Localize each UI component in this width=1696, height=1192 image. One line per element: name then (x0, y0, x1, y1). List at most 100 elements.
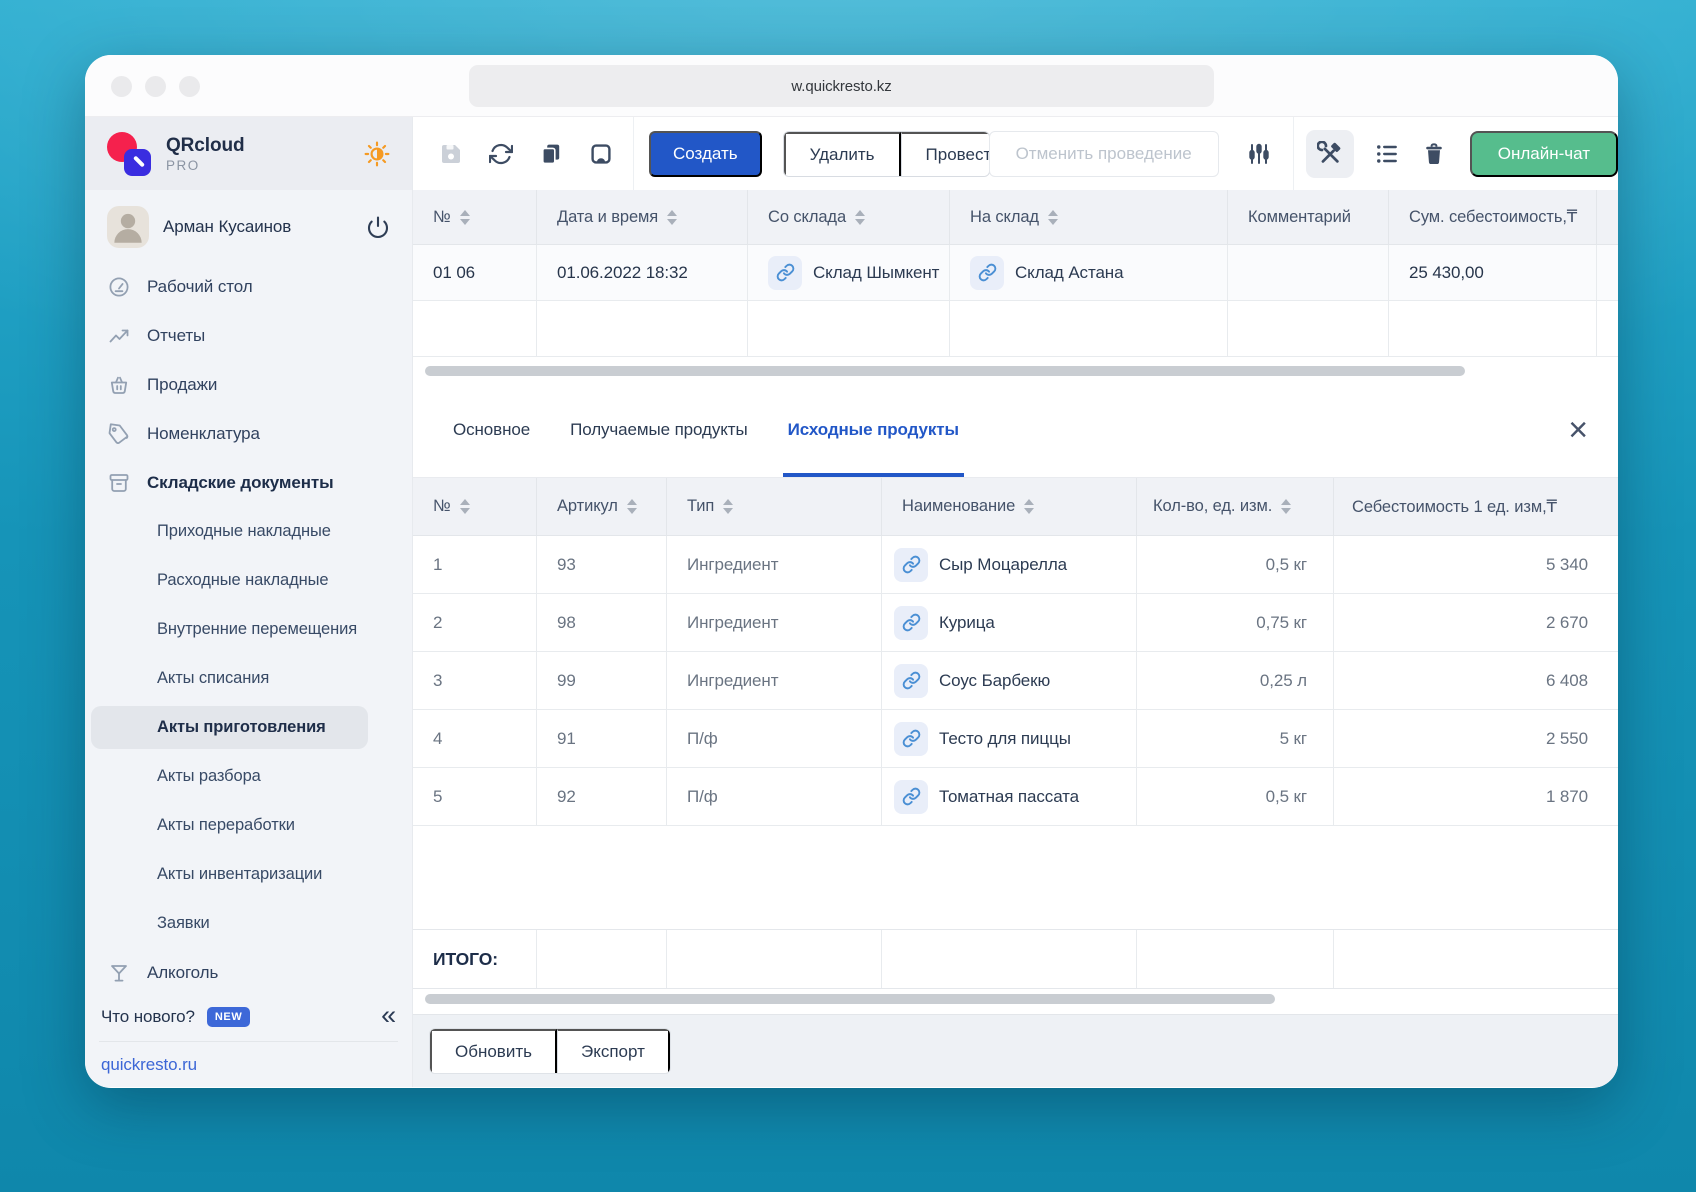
sidebar-subitem-inventory-acts[interactable]: Акты инвентаризации (85, 850, 412, 899)
column-header-num[interactable]: № (413, 478, 537, 535)
sort-icon[interactable] (855, 210, 865, 225)
window-control-dot[interactable] (179, 76, 200, 97)
column-header-name[interactable]: Наименование (882, 478, 1137, 535)
store-link[interactable]: Склад Шымкент (813, 263, 939, 283)
whats-new-link[interactable]: Что нового? (101, 1007, 195, 1027)
refresh-button[interactable]: Обновить (430, 1029, 557, 1074)
horizontal-scrollbar[interactable] (425, 366, 1465, 376)
address-bar[interactable]: w.quickresto.kz (469, 65, 1214, 107)
cancel-posting-button[interactable]: Отменить проведение (989, 131, 1219, 177)
sidebar-subitem-processing-acts[interactable]: Акты переработки (85, 801, 412, 850)
cell-type: П/ф (667, 710, 882, 768)
trash-icon[interactable] (1422, 142, 1446, 166)
sidebar-subitem-outgoing-invoices[interactable]: Расходные накладные (85, 556, 412, 605)
horizontal-scrollbar[interactable] (425, 994, 1275, 1004)
product-link[interactable]: Сыр Моцарелла (939, 555, 1067, 575)
product-link[interactable]: Тесто для пиццы (939, 729, 1071, 749)
product-link[interactable]: Томатная пассата (939, 787, 1079, 807)
tools-chip[interactable] (1306, 130, 1354, 178)
sidebar-item-nomenclature[interactable]: Номенклатура (85, 409, 412, 458)
tab-source-products-active[interactable]: Исходные продукты (783, 387, 964, 477)
product-link[interactable]: Соус Барбекю (939, 671, 1050, 691)
totals-cell (667, 930, 882, 988)
sidebar-item-dashboard[interactable]: Рабочий стол (85, 262, 412, 311)
product-row[interactable]: 2 98 Ингредиент Курица 0,75 кг 2 670 (413, 594, 1618, 652)
collapse-sidebar-icon[interactable]: « (381, 1002, 396, 1033)
refresh-icon[interactable] (489, 142, 513, 166)
online-chat-button[interactable]: Онлайн-чат (1470, 131, 1618, 177)
product-link[interactable]: Курица (939, 613, 995, 633)
sidebar-subitem-requests[interactable]: Заявки (85, 899, 412, 948)
column-header-type[interactable]: Тип (667, 478, 882, 535)
window-control-dot[interactable] (111, 76, 132, 97)
product-row[interactable]: 4 91 П/ф Тесто для пиццы 5 кг 2 550 (413, 710, 1618, 768)
sort-icon[interactable] (460, 499, 470, 514)
theme-brightness-icon[interactable] (364, 141, 390, 167)
sort-icon[interactable] (1281, 499, 1291, 514)
link-icon[interactable] (894, 606, 928, 640)
column-header-comment[interactable]: Комментарий (1228, 190, 1389, 244)
sidebar-item-reports[interactable]: Отчеты (85, 311, 412, 360)
tab-received-products[interactable]: Получаемые продукты (565, 387, 752, 477)
totals-row: ИТОГО: (413, 929, 1618, 989)
product-row[interactable]: 5 92 П/ф Томатная пассата 0,5 кг 1 870 (413, 768, 1618, 826)
sort-icon[interactable] (460, 210, 470, 225)
tab-main[interactable]: Основное (448, 387, 535, 477)
quickresto-site-link[interactable]: quickresto.ru (85, 1042, 412, 1087)
link-icon[interactable] (894, 664, 928, 698)
window-control-dot[interactable] (145, 76, 166, 97)
cell-type: П/ф (667, 768, 882, 826)
column-header-to-store[interactable]: На склад (950, 190, 1228, 244)
sidebar-subitem-writeoff-acts[interactable]: Акты списания (85, 654, 412, 703)
subitem-label: Акты списания (157, 669, 269, 688)
close-icon[interactable]: × (1568, 413, 1588, 447)
cell-type: Ингредиент (667, 594, 882, 652)
create-button[interactable]: Создать (649, 131, 762, 177)
link-icon[interactable] (894, 722, 928, 756)
link-icon[interactable] (970, 256, 1004, 290)
column-header-from-store[interactable]: Со склада (748, 190, 950, 244)
save-icon[interactable] (439, 142, 463, 166)
product-row[interactable]: 3 99 Ингредиент Соус Барбекю 0,25 л 6 40… (413, 652, 1618, 710)
column-header-unit-cost[interactable]: Себестоимость 1 ед. изм,₸ (1334, 478, 1618, 535)
cell-num: 3 (413, 652, 537, 710)
sidebar-subitem-internal-transfers[interactable]: Внутренние перемещения (85, 605, 412, 654)
footer-bar: Обновить Экспорт (413, 1014, 1618, 1087)
logout-power-icon[interactable] (366, 215, 390, 239)
column-header-datetime[interactable]: Дата и время (537, 190, 748, 244)
avatar[interactable] (107, 206, 149, 248)
link-icon[interactable] (768, 256, 802, 290)
tray-icon[interactable] (589, 142, 613, 166)
link-icon[interactable] (894, 780, 928, 814)
subitem-label: Акты разбора (157, 767, 261, 786)
column-header-num[interactable]: № (413, 190, 537, 244)
product-row[interactable]: 1 93 Ингредиент Сыр Моцарелла 0,5 кг 5 3… (413, 536, 1618, 594)
sort-icon[interactable] (1048, 210, 1058, 225)
sidebar-item-sales[interactable]: Продажи (85, 360, 412, 409)
sort-icon[interactable] (667, 210, 677, 225)
export-button[interactable]: Экспорт (557, 1029, 670, 1074)
document-row[interactable]: 01 06 01.06.2022 18:32 Склад Шымкент Скл… (413, 245, 1618, 301)
cell-sku: 99 (537, 652, 667, 710)
sort-icon[interactable] (627, 499, 637, 514)
cell-unit-cost: 1 870 (1334, 768, 1618, 826)
copy-icon[interactable] (539, 142, 563, 166)
column-header-total-cost[interactable]: Сум. себестоимость,₸ (1389, 190, 1597, 244)
sidebar-subitem-cooking-acts-active[interactable]: Акты приготовления (85, 703, 412, 752)
sidebar-item-warehouse-documents[interactable]: Складские документы (85, 458, 412, 507)
post-button[interactable]: Провести (901, 132, 990, 177)
column-header-sku[interactable]: Артикул (537, 478, 667, 535)
sidebar-item-alcohol[interactable]: Алкоголь (85, 948, 412, 997)
sort-icon[interactable] (1024, 499, 1034, 514)
sidebar-subitem-incoming-invoices[interactable]: Приходные накладные (85, 507, 412, 556)
link-icon[interactable] (894, 548, 928, 582)
column-header-quantity[interactable]: Кол-во, ед. изм. (1137, 478, 1334, 535)
sort-icon[interactable] (723, 499, 733, 514)
sidebar-subitem-disassembly-acts[interactable]: Акты разбора (85, 752, 412, 801)
filter-sliders-icon[interactable] (1247, 142, 1271, 166)
subitem-label: Акты приготовления (157, 718, 326, 737)
store-link[interactable]: Склад Астана (1015, 263, 1123, 283)
delete-button[interactable]: Удалить (784, 132, 901, 177)
list-icon[interactable] (1374, 141, 1400, 167)
browser-window: w.quickresto.kz QRcloud PRO (85, 55, 1618, 1088)
